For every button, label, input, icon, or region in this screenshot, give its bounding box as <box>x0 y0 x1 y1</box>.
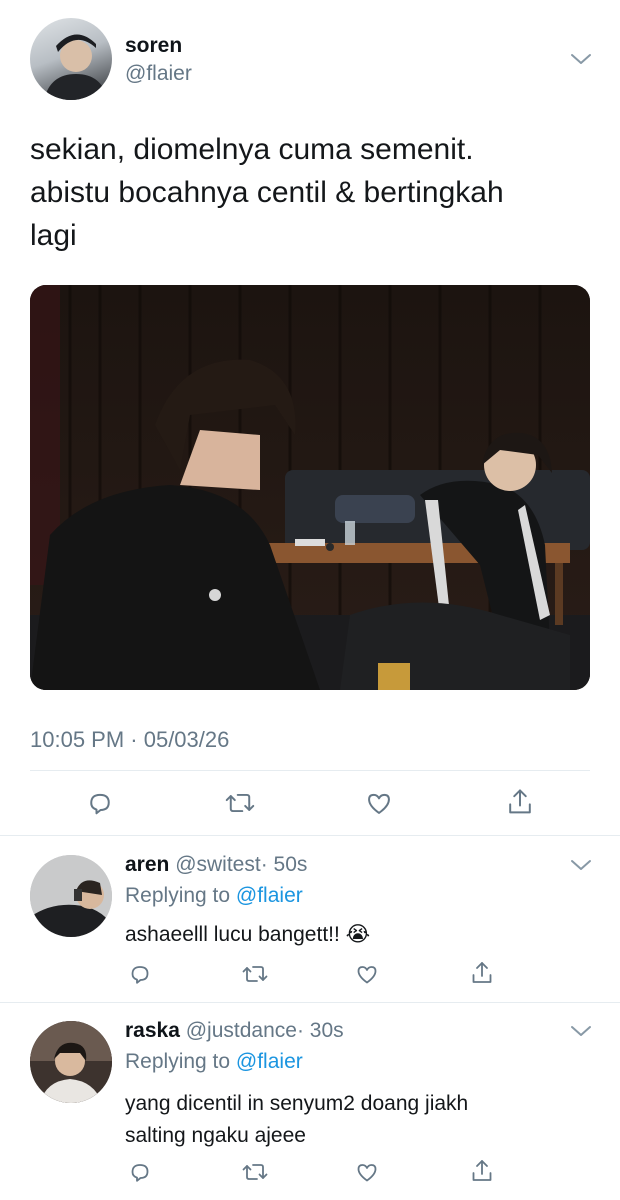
share-icon[interactable] <box>470 960 494 986</box>
reply-icon[interactable] <box>128 962 152 986</box>
reply-handle[interactable]: @justdance <box>186 1019 297 1042</box>
chevron-down-icon[interactable] <box>570 858 592 872</box>
reply-header: aren @switest· 50s <box>125 853 307 877</box>
author-handle[interactable]: @flaier <box>125 62 192 86</box>
author-display-name[interactable]: soren <box>125 34 182 58</box>
reply-avatar[interactable] <box>30 1021 112 1103</box>
retweet-icon[interactable] <box>242 1160 268 1184</box>
reply-header: raska @justdance· 30s <box>125 1019 344 1043</box>
reply-icon[interactable] <box>86 789 114 817</box>
replying-to-handle[interactable]: @flaier <box>236 1050 303 1073</box>
tweet-media-photo[interactable] <box>30 285 590 690</box>
replying-to: Replying to @flaier <box>125 884 303 908</box>
replying-to-label: Replying to <box>125 884 231 907</box>
reply-text-line: yang dicentil in senyum2 doang jiakh <box>125 1092 469 1115</box>
divider <box>0 835 620 836</box>
like-icon[interactable] <box>355 1160 379 1184</box>
tweet-text: sekian, diomelnya cuma semenit. abistu b… <box>30 128 600 257</box>
avatar-photo <box>30 1021 112 1103</box>
reply-icon[interactable] <box>128 1160 152 1184</box>
like-icon[interactable] <box>365 789 393 817</box>
tweet-text-line: sekian, diomelnya cuma semenit. <box>30 133 474 166</box>
share-icon[interactable] <box>506 787 534 817</box>
reply-display-name[interactable]: raska <box>125 1019 180 1042</box>
replying-to-handle[interactable]: @flaier <box>236 884 303 907</box>
author-avatar[interactable] <box>30 18 112 100</box>
chevron-down-icon[interactable] <box>570 52 592 66</box>
tweet-timestamp[interactable]: 10:05 PM · 05/03/26 <box>30 727 229 753</box>
media-scene <box>30 285 590 690</box>
divider <box>0 1002 620 1003</box>
tweet-text-line: lagi <box>30 219 77 252</box>
reply-display-name[interactable]: aren <box>125 853 169 876</box>
reply-time: · 30s <box>296 1019 344 1042</box>
chevron-down-icon[interactable] <box>570 1024 592 1038</box>
avatar-photo <box>30 855 112 937</box>
like-icon[interactable] <box>355 962 379 986</box>
divider <box>30 770 590 771</box>
retweet-icon[interactable] <box>225 789 255 817</box>
tweet-text-line: abistu bocahnya centil & bertingkah <box>30 176 504 209</box>
reply-text: yang dicentil in senyum2 doang jiakh sal… <box>125 1088 468 1152</box>
reply-avatar[interactable] <box>30 855 112 937</box>
avatar-photo <box>44 34 108 100</box>
replying-to: Replying to @flaier <box>125 1050 303 1074</box>
replying-to-label: Replying to <box>125 1050 231 1073</box>
reply-text: ashaeelll lucu bangett!! 😭 <box>125 922 370 947</box>
reply-text-line: ashaeelll lucu bangett!! 😭 <box>125 923 371 946</box>
reply-text-line: salting ngaku ajeee <box>125 1124 306 1147</box>
reply-time: · 50s <box>260 853 308 876</box>
share-icon[interactable] <box>470 1158 494 1184</box>
reply-handle[interactable]: @switest <box>175 853 261 876</box>
retweet-icon[interactable] <box>242 962 268 986</box>
